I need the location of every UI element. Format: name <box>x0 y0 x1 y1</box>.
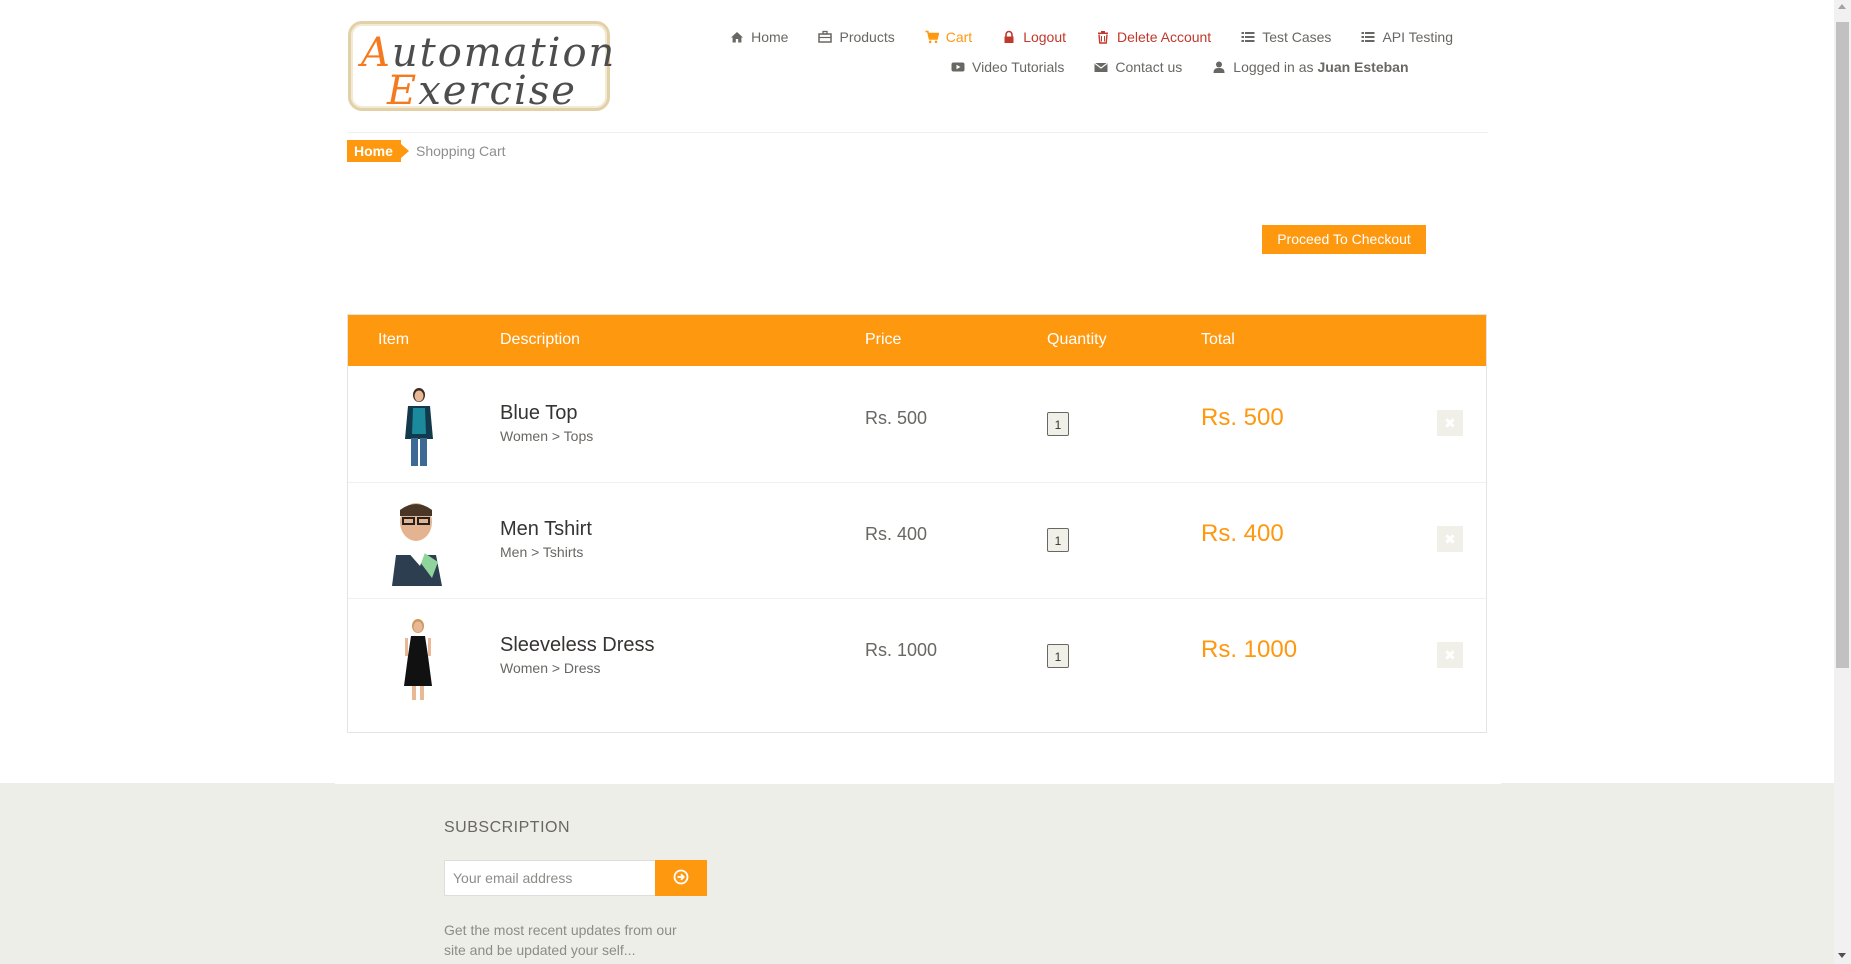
nav-contact-us-label: Contact us <box>1115 59 1183 75</box>
list-icon <box>1241 32 1255 42</box>
cart-table-header: Item Description Price Quantity Total <box>348 315 1486 366</box>
subscription-description: Get the most recent updates from our sit… <box>444 922 677 958</box>
header-quantity: Quantity <box>1047 331 1107 348</box>
nav-logout[interactable]: Logout <box>1002 29 1066 45</box>
cart-table: Item Description Price Quantity Total Bl… <box>347 314 1487 733</box>
trash-icon <box>1098 31 1109 44</box>
envelope-icon <box>1094 62 1108 72</box>
nav-products-label: Products <box>839 29 895 45</box>
footer-divider <box>335 783 1501 784</box>
product-category: Women > Dress <box>500 660 601 676</box>
nav-logout-label: Logout <box>1023 29 1067 45</box>
subscription-title: SUBSCRIPTION <box>444 819 571 836</box>
header-price: Price <box>865 331 902 348</box>
close-icon: ✖ <box>1444 647 1456 663</box>
nav-products[interactable]: Products <box>818 29 895 45</box>
nav-delete-account-label: Delete Account <box>1117 29 1212 45</box>
logo-line-2: Exercise <box>387 68 577 114</box>
breadcrumb-home[interactable]: Home <box>347 140 409 162</box>
nav-api-testing-label: API Testing <box>1382 29 1453 45</box>
product-name[interactable]: Men Tshirt <box>500 518 592 541</box>
product-image-blue-top[interactable] <box>376 384 462 470</box>
nav-test-cases[interactable]: Test Cases <box>1241 29 1331 45</box>
secondary-nav: Video Tutorials Contact us Logged in as J… <box>951 59 1409 75</box>
logged-in-username: Juan Esteban <box>1317 59 1409 75</box>
scroll-up-arrow-icon[interactable] <box>1838 4 1846 9</box>
table-row: Sleeveless Dress Women > Dress Rs. 1000 … <box>348 598 1486 714</box>
logged-in-prefix: Logged in as <box>1233 59 1314 75</box>
briefcase-icon <box>818 30 833 43</box>
product-price: Rs. 400 <box>865 524 928 544</box>
product-image-sleeveless-dress[interactable] <box>376 616 462 702</box>
product-quantity: 1 <box>1047 528 1069 552</box>
product-quantity: 1 <box>1047 644 1069 668</box>
logo-text-2: xercise <box>418 68 577 114</box>
table-row: Men Tshirt Men > Tshirts Rs. 400 1 Rs. 4… <box>348 482 1486 599</box>
table-row: Blue Top Women > Tops Rs. 500 1 Rs. 500 … <box>348 366 1486 483</box>
header-total: Total <box>1201 331 1235 348</box>
main-nav: Home Products Cart Logout Delete Account… <box>700 29 1453 45</box>
nav-home-label: Home <box>751 29 789 45</box>
product-total: Rs. 500 <box>1201 404 1284 431</box>
nav-video-tutorials-label: Video Tutorials <box>972 59 1065 75</box>
product-category: Women > Tops <box>500 428 594 444</box>
nav-video-tutorials[interactable]: Video Tutorials <box>951 59 1064 75</box>
nav-home[interactable]: Home <box>730 29 788 45</box>
subscription-email-input[interactable] <box>444 860 656 896</box>
nav-test-cases-label: Test Cases <box>1262 29 1332 45</box>
delete-item-button[interactable]: ✖ <box>1437 526 1463 552</box>
nav-api-testing[interactable]: API Testing <box>1361 29 1453 45</box>
home-icon <box>731 32 744 43</box>
close-icon: ✖ <box>1444 531 1456 547</box>
product-total: Rs. 400 <box>1201 520 1284 547</box>
product-image-men-tshirt[interactable] <box>376 500 462 586</box>
nav-delete-account[interactable]: Delete Account <box>1096 29 1211 45</box>
site-logo[interactable]: Automation Exercise <box>348 21 614 114</box>
delete-item-button[interactable]: ✖ <box>1437 642 1463 668</box>
header-description: Description <box>500 331 581 348</box>
delete-item-button[interactable]: ✖ <box>1437 410 1463 436</box>
arrow-circle-right-icon <box>673 869 689 884</box>
lock-icon <box>1004 30 1014 43</box>
vertical-scrollbar[interactable] <box>1834 0 1851 964</box>
product-price: Rs. 1000 <box>865 640 938 660</box>
subscribe-button[interactable] <box>655 860 707 896</box>
nav-cart-label: Cart <box>945 29 973 45</box>
close-icon: ✖ <box>1444 415 1456 431</box>
page: Automation Exercise Home Products Cart L… <box>0 0 1834 964</box>
product-quantity: 1 <box>1047 412 1069 436</box>
scroll-down-arrow-icon[interactable] <box>1838 953 1846 958</box>
youtube-play-icon <box>951 62 965 72</box>
product-category: Men > Tshirts <box>500 544 584 560</box>
shopping-cart-icon <box>925 30 939 44</box>
breadcrumb-current: Shopping Cart <box>416 143 506 159</box>
product-name[interactable]: Sleeveless Dress <box>500 634 655 657</box>
nav-cart[interactable]: Cart <box>925 29 972 45</box>
product-name[interactable]: Blue Top <box>500 402 577 425</box>
header-divider <box>348 132 1488 133</box>
footer: SUBSCRIPTION Get the most recent updates… <box>0 783 1834 964</box>
header-item: Item <box>378 331 410 348</box>
nav-logged-in-user[interactable]: Logged in as Juan Esteban <box>1212 59 1409 75</box>
user-icon <box>1213 61 1225 73</box>
product-price: Rs. 500 <box>865 408 928 428</box>
nav-contact-us[interactable]: Contact us <box>1094 59 1182 75</box>
logo-initial-e: E <box>387 68 419 114</box>
product-total: Rs. 1000 <box>1201 636 1298 663</box>
scrollbar-thumb[interactable] <box>1836 22 1849 668</box>
list-icon <box>1361 32 1375 42</box>
proceed-to-checkout-button[interactable]: Proceed To Checkout <box>1262 225 1426 254</box>
